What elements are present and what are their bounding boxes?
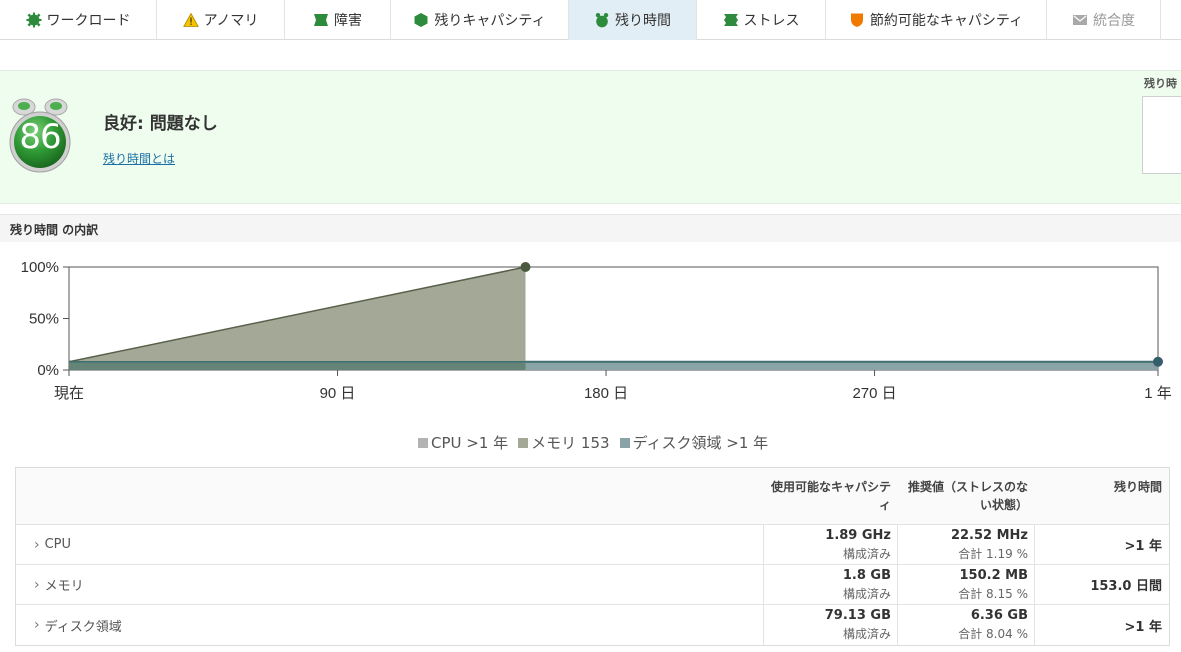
row-name-cell[interactable]: › メモリ	[16, 565, 763, 604]
y-tick-label: 50%	[29, 311, 59, 328]
y-tick-label: 100%	[21, 259, 59, 276]
table-row[interactable]: › ディスク領域 79.13 GB 構成済み 6.36 GB 合計 8.04 %…	[16, 605, 1169, 645]
series-point-memory	[520, 262, 531, 272]
status-title: 良好: 問題なし	[103, 114, 218, 134]
row-name: CPU	[44, 537, 72, 552]
remaining-cell: >1 年	[1034, 605, 1169, 645]
capacity-value: 1.89 GHz	[825, 528, 891, 543]
legend-label: ディスク領域 >1 年	[632, 434, 769, 452]
reclaimable-shield-icon	[850, 13, 863, 27]
capacity-table: 使用可能なキャパシティ 推奨値（ストレスのない状態） 残り時間 › CPU 1.…	[15, 467, 1170, 646]
legend-swatch	[418, 437, 428, 448]
remaining-value: >1 年	[1124, 619, 1162, 635]
tab-label: ストレス	[743, 13, 800, 29]
legend-item-disk[interactable]: ディスク領域 >1 年	[619, 432, 769, 453]
density-envelope-icon	[1073, 15, 1087, 25]
capacity-hexagon-icon	[414, 13, 428, 27]
tab-label: 残りキャパシティ	[434, 13, 546, 29]
recommended-value: 22.52 MHz	[950, 528, 1028, 543]
tab-health[interactable]: 障害	[285, 0, 391, 40]
time-remaining-icon	[595, 13, 609, 28]
stress-badge-icon	[723, 14, 738, 26]
tab-label: 節約可能なキャパシティ	[869, 13, 1024, 29]
tab-time-remaining[interactable]: 残り時間	[569, 0, 697, 40]
tab-remaining-capacity[interactable]: 残りキャパシティ	[391, 0, 569, 40]
chevron-right-icon[interactable]: ›	[34, 537, 40, 553]
header-name	[16, 468, 763, 524]
side-panel-label: 残り時	[1144, 77, 1177, 90]
tab-reclaimable-capacity[interactable]: 節約可能なキャパシティ	[826, 0, 1047, 40]
recommended-value: 150.2 MB	[959, 568, 1029, 583]
series-area-cpu	[69, 361, 526, 370]
recommended-sub: 合計 1.19 %	[958, 547, 1028, 561]
tab-label: 残り時間	[615, 13, 671, 29]
table-header-row: 使用可能なキャパシティ 推奨値（ストレスのない状態） 残り時間	[16, 468, 1169, 525]
row-name-cell[interactable]: › ディスク領域	[16, 605, 763, 645]
remaining-cell: 153.0 日間	[1034, 565, 1169, 604]
legend-label: メモリ 153	[531, 434, 610, 452]
breakdown-header: 残り時間 の内訳	[0, 214, 1181, 242]
row-name-cell[interactable]: › CPU	[16, 525, 763, 564]
tab-density[interactable]: 統合度	[1047, 0, 1161, 40]
header-recommended[interactable]: 推奨値（ストレスのない状態）	[897, 468, 1034, 524]
score-value: 86	[19, 117, 61, 157]
remaining-value: 153.0 日間	[1090, 579, 1162, 594]
legend-item-memory[interactable]: メモリ 153	[518, 432, 610, 453]
table-row[interactable]: › CPU 1.89 GHz 構成済み 22.52 MHz 合計 1.19 % …	[16, 525, 1169, 565]
capacity-sub: 構成済み	[842, 627, 891, 641]
capacity-cell: 79.13 GB 構成済み	[763, 605, 897, 645]
row-name: メモリ	[44, 579, 84, 594]
legend-item-cpu[interactable]: CPU >1 年	[418, 432, 508, 453]
tab-label: アノマリ	[203, 13, 259, 29]
chart-legend: CPU >1 年 メモリ 153 ディスク領域 >1 年	[418, 432, 768, 453]
capacity-cell: 1.89 GHz 構成済み	[763, 525, 897, 564]
legend-label: CPU >1 年	[431, 434, 509, 452]
tab-anomaly[interactable]: アノマリ	[157, 0, 285, 40]
tab-label: 障害	[334, 13, 362, 29]
tab-label: ワークロード	[46, 13, 131, 29]
x-tick-label: 180 日	[584, 385, 628, 402]
health-badge-icon	[314, 14, 328, 26]
recommended-sub: 合計 8.15 %	[958, 587, 1028, 601]
x-tick-label: 現在	[54, 385, 84, 402]
breakdown-title: 残り時間 の内訳	[10, 223, 99, 237]
x-tick-label: 270 日	[852, 385, 896, 402]
tab-label: 統合度	[1093, 13, 1135, 29]
y-tick-label: 0%	[37, 362, 59, 379]
tab-stress[interactable]: ストレス	[697, 0, 826, 40]
recommended-value: 6.36 GB	[970, 608, 1028, 623]
series-point-disk	[1153, 356, 1163, 367]
capacity-cell: 1.8 GB 構成済み	[763, 565, 897, 604]
recommended-sub: 合計 8.04 %	[958, 627, 1028, 641]
tab-bar: ワークロード アノマリ 障害 残りキャパシティ 残り時間 ストレス 節約可能なキ…	[0, 0, 1181, 40]
tab-workload[interactable]: ワークロード	[0, 0, 157, 40]
capacity-value: 79.13 GB	[824, 608, 891, 623]
header-capacity[interactable]: 使用可能なキャパシティ	[763, 468, 897, 524]
x-tick-label: 1 年	[1144, 385, 1172, 402]
side-panel	[1142, 96, 1181, 174]
remaining-cell: >1 年	[1034, 525, 1169, 564]
time-remaining-chart: 100% 50% 0% 現在 90 日 180 日 270 日 1 年	[21, 259, 1172, 402]
capacity-sub: 構成済み	[842, 547, 891, 561]
warning-triangle-icon	[182, 12, 199, 27]
header-time-remaining[interactable]: 残り時間	[1034, 468, 1169, 524]
summary-panel: 86 良好: 問題なし 残り時間とは 残り時	[0, 70, 1181, 204]
chevron-right-icon[interactable]: ›	[34, 617, 40, 633]
chevron-right-icon[interactable]: ›	[34, 577, 40, 593]
workload-gear-icon	[26, 12, 41, 28]
legend-swatch	[518, 437, 529, 448]
capacity-value: 1.8 GB	[842, 568, 891, 583]
x-tick-label: 90 日	[320, 385, 356, 402]
recommended-cell: 150.2 MB 合計 8.15 %	[897, 565, 1034, 604]
table-row[interactable]: › メモリ 1.8 GB 構成済み 150.2 MB 合計 8.15 % 153…	[16, 565, 1169, 605]
capacity-sub: 構成済み	[842, 587, 891, 601]
what-is-time-remaining-link[interactable]: 残り時間とは	[103, 150, 175, 167]
remaining-value: >1 年	[1124, 539, 1162, 554]
legend-swatch	[619, 437, 630, 448]
recommended-cell: 22.52 MHz 合計 1.19 %	[897, 525, 1034, 564]
recommended-cell: 6.36 GB 合計 8.04 %	[897, 605, 1034, 645]
row-name: ディスク領域	[44, 619, 122, 635]
